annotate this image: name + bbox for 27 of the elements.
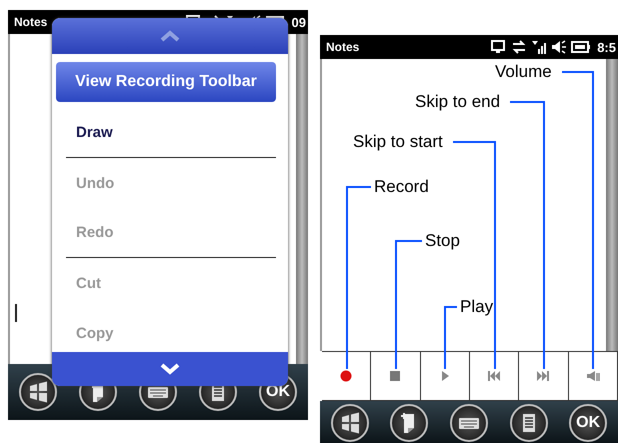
app-title: Notes <box>326 40 360 54</box>
callout-label: Play <box>460 297 494 317</box>
skip-start-icon <box>487 370 502 382</box>
softkey-button[interactable] <box>510 404 548 442</box>
softkey-button[interactable] <box>330 404 369 442</box>
softkey-button[interactable] <box>390 404 428 442</box>
text-cursor <box>15 304 17 322</box>
signal-icon <box>531 40 548 54</box>
callout-label: Skip to start <box>353 132 443 152</box>
callout-label: Skip to end <box>415 92 500 112</box>
callout-label: Stop <box>425 231 460 251</box>
menu-item[interactable]: Draw <box>66 108 276 158</box>
transfer-icon <box>511 40 528 54</box>
skip-end-icon <box>536 370 550 382</box>
scroll-bar[interactable] <box>606 59 618 351</box>
ok-button[interactable]: OK <box>569 404 608 442</box>
softkey-button[interactable] <box>450 404 488 442</box>
chevron-down-icon <box>160 363 180 375</box>
stop-icon <box>389 370 402 382</box>
clock-text: 09 <box>292 14 306 30</box>
softkey-button[interactable] <box>19 373 57 411</box>
record-icon <box>340 370 352 382</box>
chevron-up-icon <box>160 30 180 42</box>
menu-item[interactable]: View Recording Toolbar <box>56 62 276 102</box>
scroll-bar[interactable] <box>296 34 308 364</box>
app-title: Notes <box>14 15 48 29</box>
clock-text: 8:5 <box>597 40 616 54</box>
